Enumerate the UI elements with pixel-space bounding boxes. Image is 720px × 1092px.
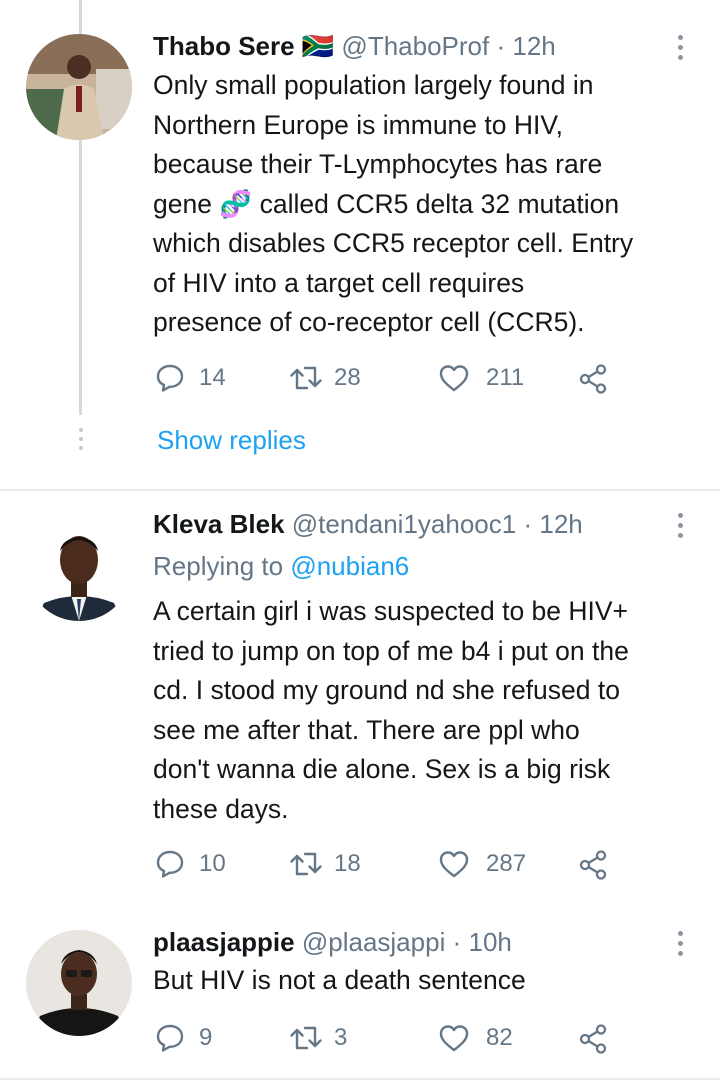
separator-dot: · — [523, 509, 533, 539]
share-icon — [579, 364, 607, 394]
share-button[interactable] — [577, 363, 609, 395]
timestamp[interactable]: 12h — [512, 31, 555, 61]
tweet-text-line: which disables CCR5 receptor cell. Entry — [153, 228, 634, 258]
tweet-text-line: don't wanna die alone. Sex is a big risk — [153, 754, 611, 784]
tweet-text-line: presence of co-receptor cell (CCR5). — [153, 307, 585, 337]
tweet-text: But HIV is not a death sentence — [153, 961, 698, 1001]
like-button[interactable]: 211 — [438, 363, 524, 393]
like-button[interactable]: 82 — [438, 1023, 513, 1053]
tweet-divider — [0, 489, 720, 491]
avatar[interactable] — [26, 34, 132, 140]
separator-dot: · — [452, 927, 462, 957]
tweet-actions: 14 28 211 — [155, 363, 625, 397]
retweet-count: 28 — [334, 364, 361, 391]
tweet-text-line: see me after that. There are ppl who — [153, 714, 580, 745]
display-name[interactable]: Thabo Sere 🇿🇦 — [153, 31, 334, 61]
handle[interactable]: @ThaboProf — [341, 31, 489, 61]
tweet-text-line: Northern Europe is immune to HIV, — [153, 109, 563, 140]
tweet-actions: 10 18 287 — [155, 849, 625, 883]
like-count: 287 — [486, 850, 527, 877]
tweet-text-line: gene 🧬 called CCR5 delta 32 mutation — [153, 188, 620, 219]
retweet-button[interactable]: 3 — [288, 1023, 347, 1053]
show-replies-link[interactable]: Show replies — [157, 425, 306, 456]
tweet-divider — [0, 1078, 720, 1080]
tweet-text-line: But HIV is not a death sentence — [153, 965, 526, 995]
display-name[interactable]: Kleva Blek — [153, 509, 285, 539]
share-button[interactable] — [577, 849, 609, 881]
display-name[interactable]: plaasjappie — [153, 927, 295, 957]
like-count: 82 — [486, 1024, 513, 1051]
reply-count: 9 — [199, 1024, 213, 1051]
heart-icon — [439, 851, 469, 878]
tweet-text-line: these days. — [153, 793, 289, 824]
retweet-button[interactable]: 18 — [288, 849, 361, 879]
timestamp[interactable]: 12h — [539, 509, 582, 539]
tweet-header: plaasjappie @plaasjappi · 10h — [153, 927, 512, 957]
tweet-header: Kleva Blek @tendani1yahooc1 · 12h — [153, 509, 583, 539]
replying-to: Replying to @nubian6 — [153, 551, 409, 582]
retweet-count: 3 — [334, 1024, 348, 1051]
retweet-button[interactable]: 28 — [288, 363, 361, 393]
reply-button[interactable]: 14 — [155, 363, 226, 393]
reply-count: 14 — [199, 364, 226, 391]
retweet-count: 18 — [334, 850, 361, 877]
reply-button[interactable]: 10 — [155, 849, 226, 879]
like-count: 211 — [486, 364, 525, 391]
tweet-text-line: cd. I stood my ground nd she refused to — [153, 675, 620, 705]
tweet-actions: 9 3 82 — [155, 1023, 625, 1057]
thread-collapsed-dots — [77, 428, 84, 450]
separator-dot: · — [496, 31, 506, 61]
tweet-text-line: tried to jump on top of me b4 i put on t… — [153, 635, 629, 666]
replying-to-label: Replying to — [153, 551, 284, 581]
more-options-icon[interactable] — [672, 513, 688, 538]
tweet-text-line: because their T-Lymphocytes has rare — [153, 149, 603, 179]
more-options-icon[interactable] — [672, 35, 688, 60]
reply-icon — [156, 364, 184, 392]
avatar[interactable] — [26, 515, 132, 621]
reply-icon — [156, 850, 184, 878]
retweet-icon — [290, 366, 322, 390]
reply-button[interactable]: 9 — [155, 1023, 212, 1053]
share-icon — [579, 1024, 607, 1054]
avatar[interactable] — [26, 930, 132, 1036]
tweet-header: Thabo Sere 🇿🇦 @ThaboProf · 12h — [153, 31, 556, 61]
retweet-icon — [290, 1026, 322, 1050]
reply-mention-link[interactable]: @nubian6 — [290, 551, 409, 581]
tweet-text: A certain girl i was suspected to be HIV… — [153, 592, 698, 829]
tweet-text-line: Only small population largely found in — [153, 70, 594, 100]
tweet-text-line: A certain girl i was suspected to be HIV… — [153, 596, 629, 626]
reply-count: 10 — [199, 850, 226, 877]
like-button[interactable]: 287 — [438, 849, 526, 879]
more-options-icon[interactable] — [672, 931, 688, 956]
tweet-text: Only small population largely found in N… — [153, 66, 698, 343]
handle[interactable]: @plaasjappi — [302, 927, 445, 957]
handle[interactable]: @tendani1yahooc1 — [292, 509, 516, 539]
timestamp[interactable]: 10h — [468, 927, 511, 957]
share-icon — [579, 850, 607, 880]
share-button[interactable] — [577, 1023, 609, 1055]
heart-icon — [439, 365, 469, 392]
tweet-text-line: of HIV into a target cell requires — [153, 267, 525, 298]
heart-icon — [439, 1025, 469, 1052]
retweet-icon — [290, 852, 322, 876]
reply-icon — [156, 1024, 184, 1052]
